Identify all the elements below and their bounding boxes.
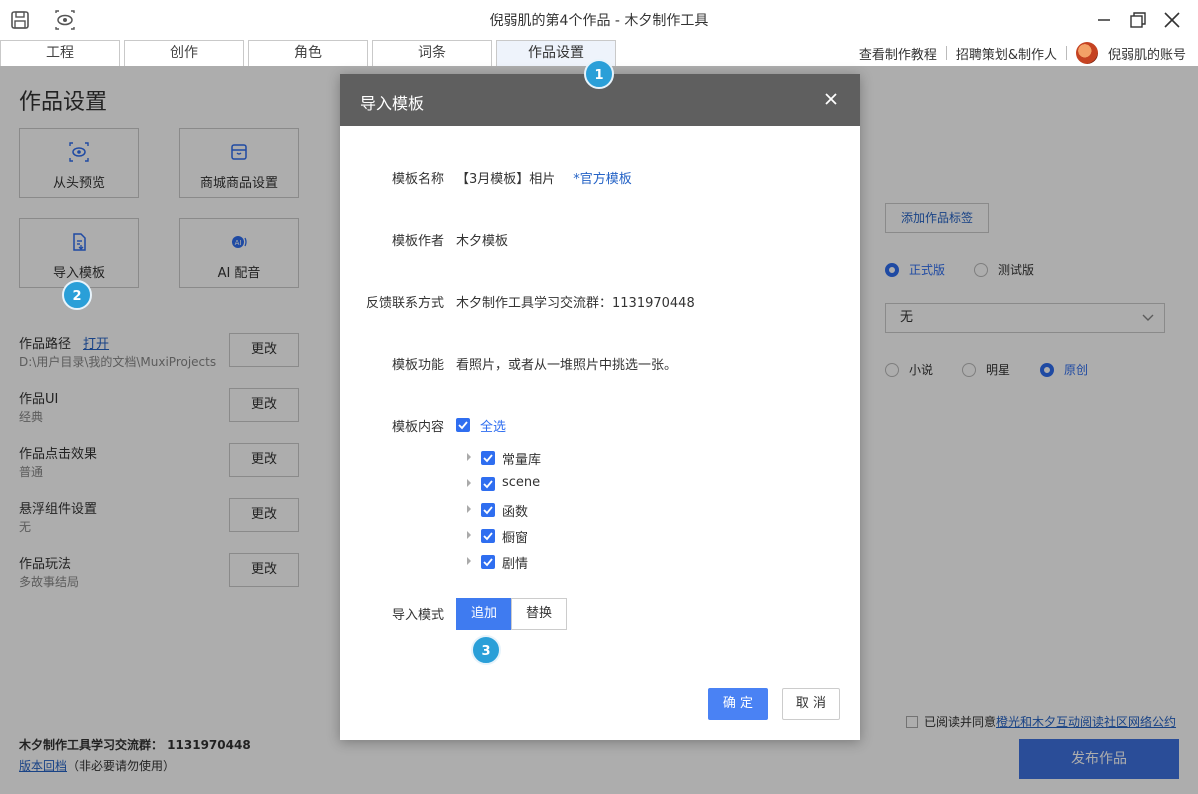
field-label: 模板内容 (391, 420, 444, 435)
field-label: 反馈联系方式 (365, 296, 444, 311)
content-label: 剧情 (502, 557, 529, 572)
content-label: 常量库 (502, 453, 542, 468)
minimize-icon[interactable] (1092, 8, 1116, 32)
expand-arrow-icon[interactable] (464, 452, 474, 462)
expand-arrow-icon[interactable] (464, 478, 474, 488)
content-label: 橱窗 (502, 531, 529, 546)
step-badge-1: 1 (584, 59, 614, 89)
divider (1065, 46, 1067, 60)
expand-arrow-icon[interactable] (464, 556, 474, 566)
expand-arrow-icon[interactable] (464, 530, 474, 540)
close-window-icon[interactable] (1160, 8, 1184, 32)
template-author-value: 木夕模板 (456, 234, 509, 249)
divider (945, 46, 947, 60)
content-checkbox[interactable] (481, 503, 495, 517)
template-content-row: 模板内容 全选 (340, 416, 860, 436)
template-name-row: 模板名称 【3月模板】相片 *官方模板 (340, 168, 860, 188)
import-template-dialog: 导入模板 模板名称 【3月模板】相片 *官方模板 模板作者 木夕模板 反馈联系方式… (340, 74, 860, 740)
template-function-value: 看照片，或者从一堆照片中挑选一张。 (456, 358, 678, 373)
feedback-contact-value: 木夕制作工具学习交流群：1131970448 (456, 296, 695, 311)
tutorial-link[interactable]: 查看制作教程 (859, 44, 937, 63)
expand-arrow-icon[interactable] (464, 504, 474, 514)
restore-icon[interactable] (1126, 8, 1150, 32)
template-name-text: 【3月模板】相片 (456, 172, 556, 187)
title-bar: 倪弱肌的第4个作品 - 木夕制作工具 (0, 0, 1198, 40)
field-label: 模板功能 (391, 358, 444, 373)
step-badge-2: 2 (62, 280, 92, 310)
official-template-tag: *官方模板 (573, 172, 632, 187)
confirm-button[interactable]: 确 定 (708, 688, 768, 720)
content-label: 函数 (502, 505, 529, 520)
recruit-link[interactable]: 招聘策划&制作人 (956, 44, 1057, 63)
tab-create[interactable]: 创作 (124, 40, 244, 66)
mode-replace-button[interactable]: 替换 (511, 598, 567, 630)
content-label: scene (502, 475, 541, 490)
content-checkbox[interactable] (481, 477, 495, 491)
cancel-button[interactable]: 取 消 (782, 688, 840, 720)
field-label: 模板作者 (391, 234, 444, 249)
mode-append-button[interactable]: 追加 (456, 598, 512, 630)
avatar[interactable] (1075, 42, 1098, 64)
content-checkbox[interactable] (481, 451, 495, 465)
template-name-value: 【3月模板】相片 *官方模板 (456, 168, 632, 187)
content-checkbox[interactable] (481, 555, 495, 569)
dialog-title: 导入模板 (360, 94, 425, 113)
window-title: 倪弱肌的第4个作品 - 木夕制作工具 (489, 13, 709, 29)
tab-project[interactable]: 工程 (0, 40, 120, 66)
top-links: 查看制作教程 招聘策划&制作人 倪弱肌的账号 (859, 42, 1186, 64)
content-checkbox[interactable] (481, 529, 495, 543)
account-link[interactable]: 倪弱肌的账号 (1108, 44, 1186, 63)
tab-roles[interactable]: 角色 (248, 40, 368, 66)
template-function-row: 模板功能 看照片，或者从一堆照片中挑选一张。 (340, 354, 860, 374)
step-badge-3: 3 (471, 635, 501, 665)
tab-terms[interactable]: 词条 (372, 40, 492, 66)
field-label: 模板名称 (391, 172, 444, 187)
select-all-checkbox[interactable] (456, 418, 470, 432)
import-mode-row: 导入模式 (340, 604, 860, 624)
template-author-row: 模板作者 木夕模板 (340, 230, 860, 250)
select-all-label[interactable]: 全选 (480, 416, 506, 435)
close-icon[interactable] (820, 88, 842, 110)
feedback-contact-row: 反馈联系方式 木夕制作工具学习交流群：1131970448 (340, 292, 860, 312)
field-label: 导入模式 (391, 608, 444, 623)
